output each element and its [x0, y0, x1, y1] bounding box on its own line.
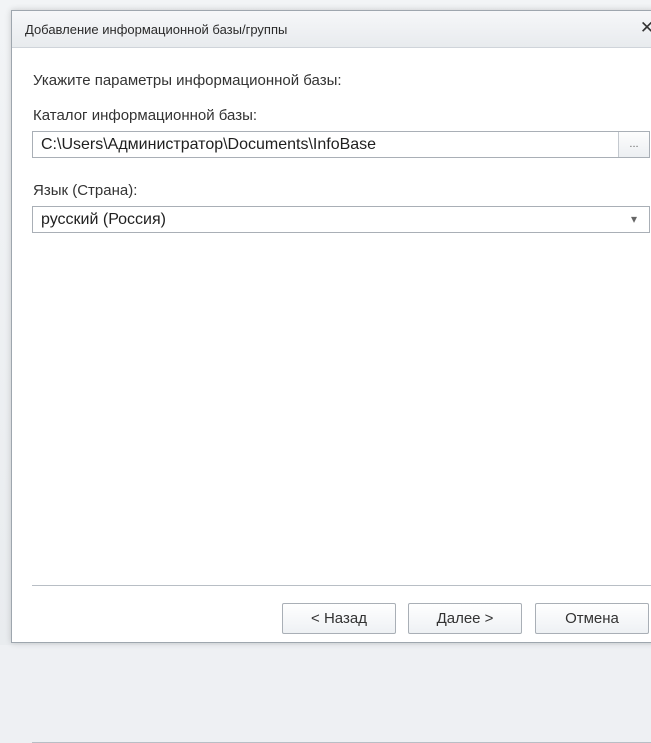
language-select[interactable]: русский (Россия) ▾ — [32, 206, 650, 233]
form-heading: Укажите параметры информационной базы: — [33, 72, 342, 89]
close-icon[interactable]: ✕ — [637, 17, 651, 39]
add-infobase-dialog: Добавление информационной базы/группы ✕ … — [11, 10, 651, 743]
language-label: Язык (Страна): — [33, 182, 138, 199]
dialog-title: Добавление информационной базы/группы — [25, 22, 288, 37]
dialog-titlebar: Добавление информационной базы/группы ✕ — [12, 11, 651, 48]
back-button[interactable]: < Назад — [282, 603, 396, 634]
catalog-path-value: C:\Users\Администратор\Documents\InfoBas… — [41, 136, 377, 153]
footer-separator — [32, 585, 651, 586]
language-value: русский (Россия) — [41, 211, 166, 228]
next-button[interactable]: Далее > — [408, 603, 522, 634]
catalog-label: Каталог информационной базы: — [33, 107, 258, 124]
dialog-content: Укажите параметры информационной базы: К… — [12, 48, 651, 743]
browse-button[interactable]: ... — [618, 132, 649, 157]
catalog-path-field[interactable]: C:\Users\Администратор\Documents\InfoBas… — [32, 131, 650, 158]
chevron-down-icon[interactable]: ▾ — [619, 207, 649, 232]
cancel-button[interactable]: Отмена — [535, 603, 649, 634]
